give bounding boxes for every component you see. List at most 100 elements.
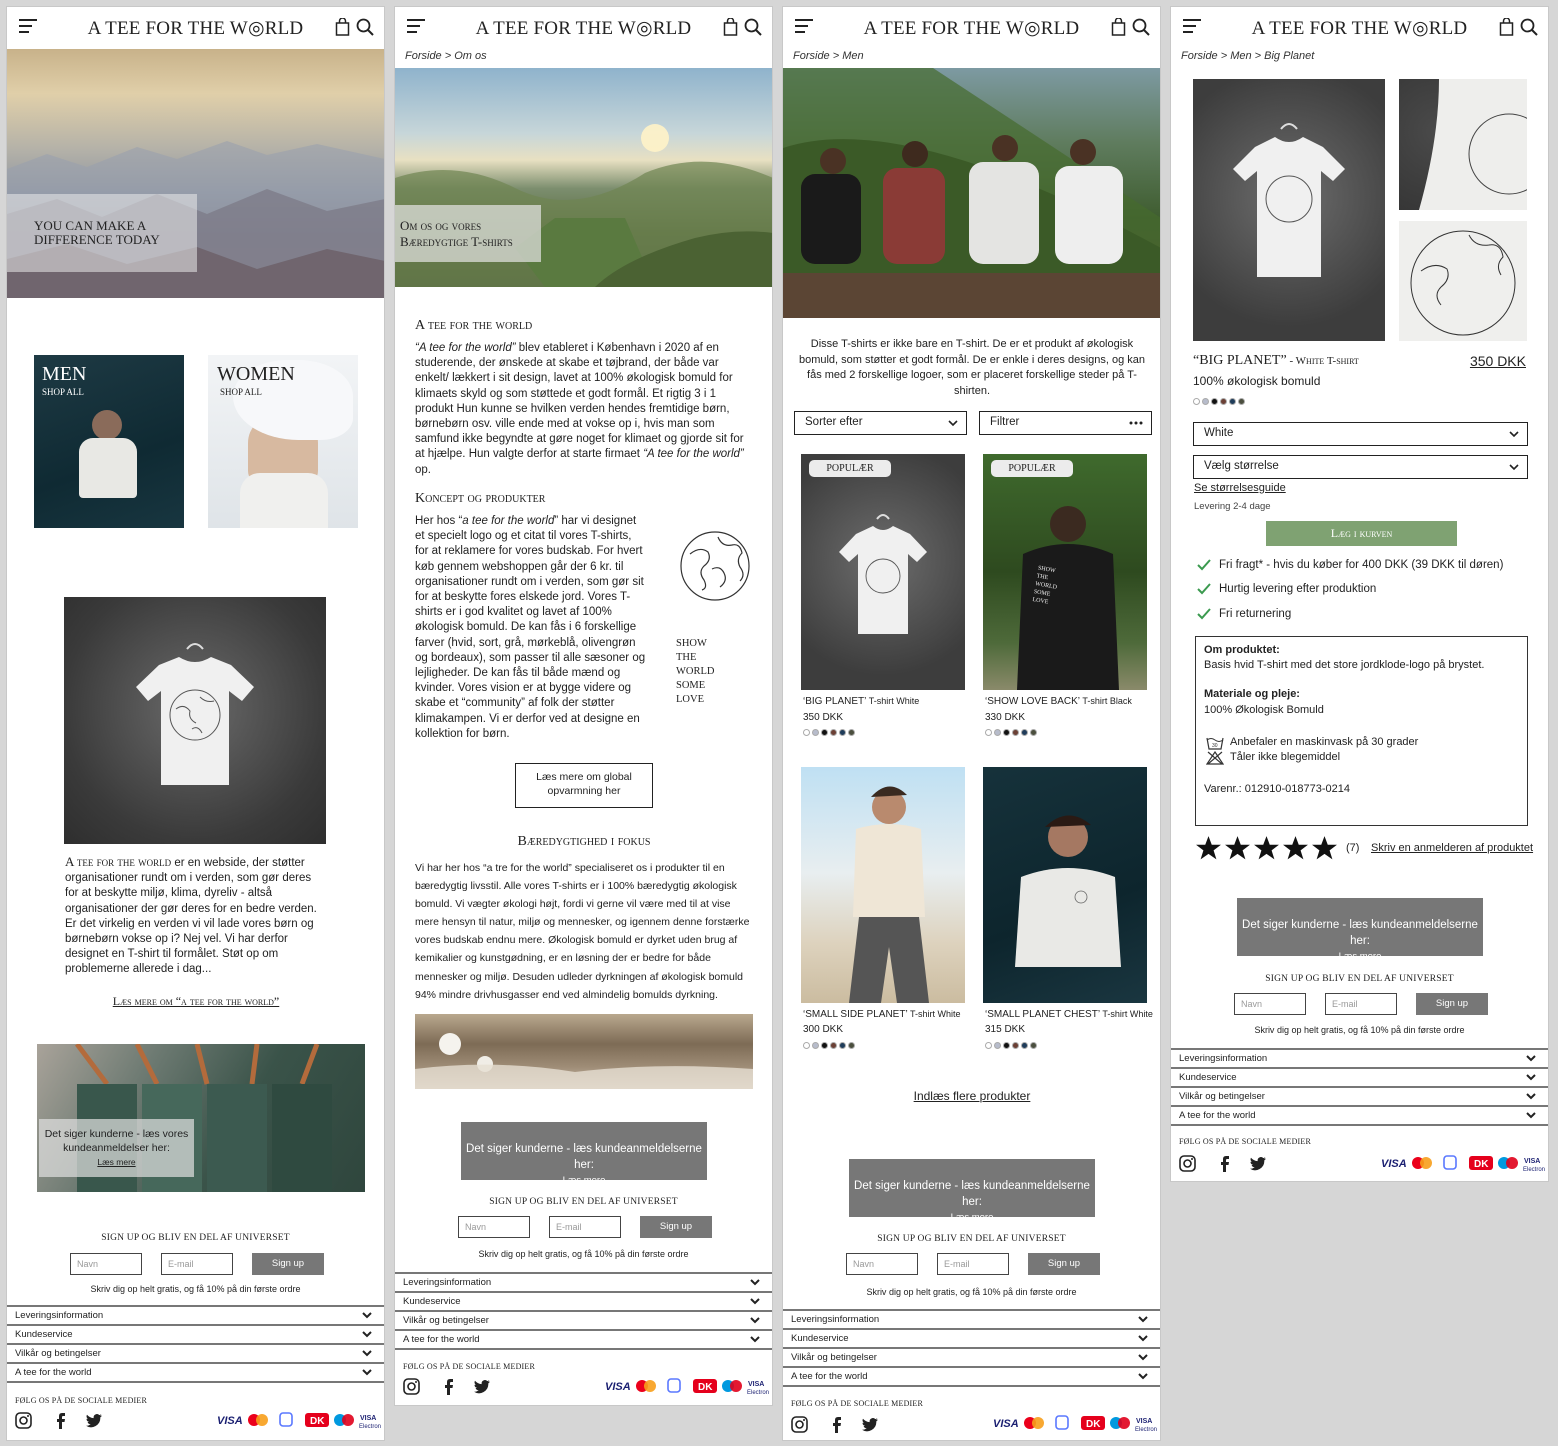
write-review-link[interactable]: Skriv en anmelderen af produktet xyxy=(1371,842,1533,854)
color-swatch[interactable] xyxy=(812,1042,819,1050)
signup-button[interactable]: Sign up xyxy=(252,1253,324,1275)
color-swatch[interactable] xyxy=(1229,398,1236,406)
search-icon[interactable] xyxy=(1520,18,1538,36)
facebook-icon[interactable] xyxy=(440,1378,457,1395)
instagram-icon[interactable] xyxy=(791,1416,808,1433)
color-swatch[interactable] xyxy=(1003,729,1010,737)
name-field[interactable]: Navn xyxy=(458,1216,530,1238)
product-thumb-2[interactable] xyxy=(1399,221,1527,341)
instagram-icon[interactable] xyxy=(403,1378,420,1395)
color-swatch[interactable] xyxy=(812,729,819,737)
color-swatch[interactable] xyxy=(839,729,846,737)
color-swatch[interactable] xyxy=(1193,398,1200,406)
name-field[interactable]: Navn xyxy=(70,1253,142,1275)
product-title[interactable]: ‘SMALL PLANET CHEST’ T-shirt White xyxy=(985,1009,1153,1020)
facebook-icon[interactable] xyxy=(52,1412,69,1429)
cart-icon[interactable] xyxy=(1111,18,1126,36)
load-more-link[interactable]: Indlæs flere produkter xyxy=(783,1089,1160,1103)
sort-dropdown[interactable]: Sorter efter xyxy=(794,411,967,435)
product-thumb-1[interactable] xyxy=(1399,79,1527,210)
color-swatch[interactable] xyxy=(848,729,855,737)
name-field[interactable]: Navn xyxy=(1234,993,1306,1015)
breadcrumb[interactable]: Forside > Men xyxy=(793,50,864,62)
accordion-customer-service[interactable]: Kundeservice xyxy=(783,1328,1160,1347)
color-swatch[interactable] xyxy=(1211,398,1218,406)
color-swatches[interactable] xyxy=(985,724,1039,742)
color-swatch[interactable] xyxy=(1021,1042,1028,1050)
accordion-terms[interactable]: Vilkår og betingelser xyxy=(1171,1086,1548,1105)
color-swatch[interactable] xyxy=(1220,398,1227,406)
brand-logo[interactable]: A TEE FOR THE W◎RLD xyxy=(395,17,772,40)
name-field[interactable]: Navn xyxy=(846,1253,918,1275)
color-swatch[interactable] xyxy=(985,1042,992,1050)
twitter-icon[interactable] xyxy=(1250,1155,1267,1172)
brand-logo[interactable]: A TEE FOR THE W◎RLD xyxy=(1171,17,1548,40)
search-icon[interactable] xyxy=(1132,18,1150,36)
facebook-icon[interactable] xyxy=(1216,1155,1233,1172)
accordion-about[interactable]: A tee for the world xyxy=(1171,1105,1548,1124)
product-title[interactable]: ‘SHOW LOVE BACK’ T-shirt Black xyxy=(985,696,1132,707)
global-warming-button[interactable]: Læs mere om global opvarmning her xyxy=(515,763,653,808)
color-swatch[interactable] xyxy=(1202,398,1209,406)
review-overlay[interactable]: Det siger kunderne - læs vores kundeanmel… xyxy=(39,1119,194,1177)
color-swatch[interactable] xyxy=(994,1042,1001,1050)
twitter-icon[interactable] xyxy=(862,1416,879,1433)
color-swatches[interactable] xyxy=(1193,393,1247,411)
color-select[interactable]: White xyxy=(1193,422,1528,446)
women-shop-all[interactable]: SHOP ALL xyxy=(220,387,262,397)
twitter-icon[interactable] xyxy=(86,1412,103,1429)
women-category-card[interactable]: WOMEN SHOP ALL xyxy=(208,355,358,528)
color-swatch[interactable] xyxy=(821,1042,828,1050)
color-swatch[interactable] xyxy=(803,1042,810,1050)
rating-stars[interactable] xyxy=(1195,835,1337,863)
color-swatch[interactable] xyxy=(994,729,1001,737)
accordion-customer-service[interactable]: Kundeservice xyxy=(1171,1067,1548,1086)
size-guide-link[interactable]: Se størrelsesguide xyxy=(1194,482,1286,494)
cart-icon[interactable] xyxy=(335,18,350,36)
reviews-banner[interactable]: Det siger kunderne - læs kundeanmeldelse… xyxy=(1237,898,1483,962)
size-select[interactable]: Vælg størrelse xyxy=(1193,455,1528,479)
product-image-show-love-back[interactable]: SHOW THE WORLD SOME LOVE POPULÆR xyxy=(983,454,1147,690)
twitter-icon[interactable] xyxy=(474,1378,491,1395)
color-swatch[interactable] xyxy=(830,729,837,737)
search-icon[interactable] xyxy=(356,18,374,36)
product-title[interactable]: ‘BIG PLANET’ T-shirt White xyxy=(803,696,919,707)
cart-icon[interactable] xyxy=(723,18,738,36)
cart-icon[interactable] xyxy=(1499,18,1514,36)
men-shop-all[interactable]: SHOP ALL xyxy=(42,387,84,397)
color-swatches[interactable] xyxy=(803,724,857,742)
breadcrumb[interactable]: Forside > Men > Big Planet xyxy=(1181,50,1314,62)
color-swatch[interactable] xyxy=(1238,398,1245,406)
email-field[interactable]: E-mail xyxy=(161,1253,233,1275)
accordion-delivery[interactable]: Leveringsinformation xyxy=(783,1309,1160,1328)
reviews-banner[interactable]: Det siger kunderne - læs kundeanmeldelse… xyxy=(849,1159,1095,1223)
product-main-image[interactable] xyxy=(1193,79,1385,341)
color-swatch[interactable] xyxy=(848,1042,855,1050)
email-field[interactable]: E-mail xyxy=(937,1253,1009,1275)
breadcrumb[interactable]: Forside > Om os xyxy=(405,50,487,62)
reviews-banner[interactable]: Det siger kunderne - læs kundeanmeldelse… xyxy=(461,1122,707,1186)
color-swatch[interactable] xyxy=(821,729,828,737)
product-image-small-planet-chest[interactable] xyxy=(983,767,1147,1003)
accordion-about[interactable]: A tee for the world xyxy=(395,1329,772,1348)
accordion-about[interactable]: A tee for the world xyxy=(783,1366,1160,1385)
color-swatch[interactable] xyxy=(1030,729,1037,737)
signup-button[interactable]: Sign up xyxy=(640,1216,712,1238)
accordion-terms[interactable]: Vilkår og betingelser xyxy=(7,1343,384,1362)
brand-logo[interactable]: A TEE FOR THE W◎RLD xyxy=(7,17,384,40)
accordion-delivery[interactable]: Leveringsinformation xyxy=(1171,1048,1548,1067)
signup-button[interactable]: Sign up xyxy=(1416,993,1488,1015)
filter-dropdown[interactable]: Filtrer xyxy=(979,411,1152,435)
accordion-customer-service[interactable]: Kundeservice xyxy=(7,1324,384,1343)
color-swatches[interactable] xyxy=(803,1037,857,1055)
email-field[interactable]: E-mail xyxy=(1325,993,1397,1015)
read-more-link[interactable]: Læs mere om “a tee for the world” xyxy=(7,994,384,1009)
color-swatch[interactable] xyxy=(1003,1042,1010,1050)
color-swatches[interactable] xyxy=(985,1037,1039,1055)
email-field[interactable]: E-mail xyxy=(549,1216,621,1238)
color-swatch[interactable] xyxy=(1012,1042,1019,1050)
instagram-icon[interactable] xyxy=(15,1412,32,1429)
accordion-customer-service[interactable]: Kundeservice xyxy=(395,1291,772,1310)
color-swatch[interactable] xyxy=(1030,1042,1037,1050)
accordion-terms[interactable]: Vilkår og betingelser xyxy=(783,1347,1160,1366)
